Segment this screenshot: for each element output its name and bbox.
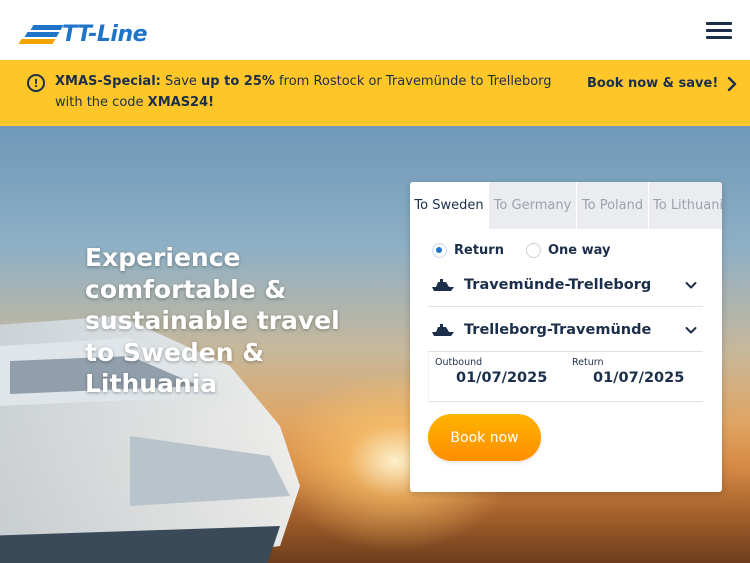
outbound-route-label: Travemünde-Trelleborg xyxy=(464,276,652,293)
return-radio-label: Return xyxy=(454,243,504,258)
hamburger-menu-icon[interactable] xyxy=(706,20,732,42)
one-way-radio[interactable]: One way xyxy=(525,243,611,258)
outbound-date-field[interactable]: Outbound 01/07/2025 xyxy=(435,353,547,386)
promo-highlight: up to 25% xyxy=(201,74,275,89)
return-date-value: 01/07/2025 xyxy=(593,370,685,386)
return-radio[interactable]: Return xyxy=(432,243,504,258)
date-picker: Outbound 01/07/2025 Return 01/07/2025 xyxy=(428,353,703,402)
tab-to-lithuania[interactable]: To Lithuania xyxy=(648,182,722,229)
return-date-field[interactable]: Return 01/07/2025 xyxy=(572,353,684,386)
book-now-button[interactable]: Book now xyxy=(428,414,541,461)
destination-tabs: To Sweden To Germany To Poland To Lithua… xyxy=(410,182,722,229)
one-way-radio-label: One way xyxy=(547,243,611,258)
return-date-caption: Return xyxy=(572,357,604,368)
return-route-select[interactable]: Trelleborg-Travemünde xyxy=(428,308,703,352)
ferry-icon xyxy=(432,323,454,336)
tab-to-sweden[interactable]: To Sweden xyxy=(410,182,488,229)
promo-text-part-1: Save xyxy=(160,74,202,89)
hero-title: Experience comfortable & sustainable tra… xyxy=(85,243,340,398)
promo-text: XMAS-Special: Save up to 25% from Rostoc… xyxy=(55,71,575,113)
promo-prefix: XMAS-Special: xyxy=(55,74,161,89)
outbound-route-select[interactable]: Travemünde-Trelleborg xyxy=(428,263,703,307)
outbound-date-caption: Outbound xyxy=(435,357,483,368)
promo-code: XMAS24! xyxy=(147,95,215,110)
outbound-date-value: 01/07/2025 xyxy=(456,370,548,386)
radio-unchecked-icon xyxy=(525,243,541,258)
tab-to-germany[interactable]: To Germany xyxy=(488,182,576,229)
chevron-down-icon xyxy=(685,281,697,288)
tt-line-logo[interactable]: TT-Line xyxy=(18,21,148,47)
exclamation-circle-icon: ! xyxy=(27,74,45,92)
promo-banner: ! XMAS-Special: Save up to 25% from Rost… xyxy=(0,60,750,126)
return-route-label: Trelleborg-Travemünde xyxy=(464,321,652,338)
book-now-save-link[interactable]: Book now & save! xyxy=(587,76,737,91)
site-header: TT-Line xyxy=(0,0,750,60)
logo-text: TT-Line xyxy=(62,21,148,47)
logo-stripes-icon xyxy=(18,23,64,45)
ferry-icon xyxy=(432,278,454,291)
chevron-right-icon xyxy=(728,76,737,91)
booking-widget: To Sweden To Germany To Poland To Lithua… xyxy=(410,182,722,492)
chevron-down-icon xyxy=(685,326,697,333)
tab-to-poland[interactable]: To Poland xyxy=(576,182,648,229)
radio-checked-icon xyxy=(432,243,447,258)
promo-cta-label: Book now & save! xyxy=(587,76,719,91)
trip-type-selector: Return One way xyxy=(432,243,610,258)
